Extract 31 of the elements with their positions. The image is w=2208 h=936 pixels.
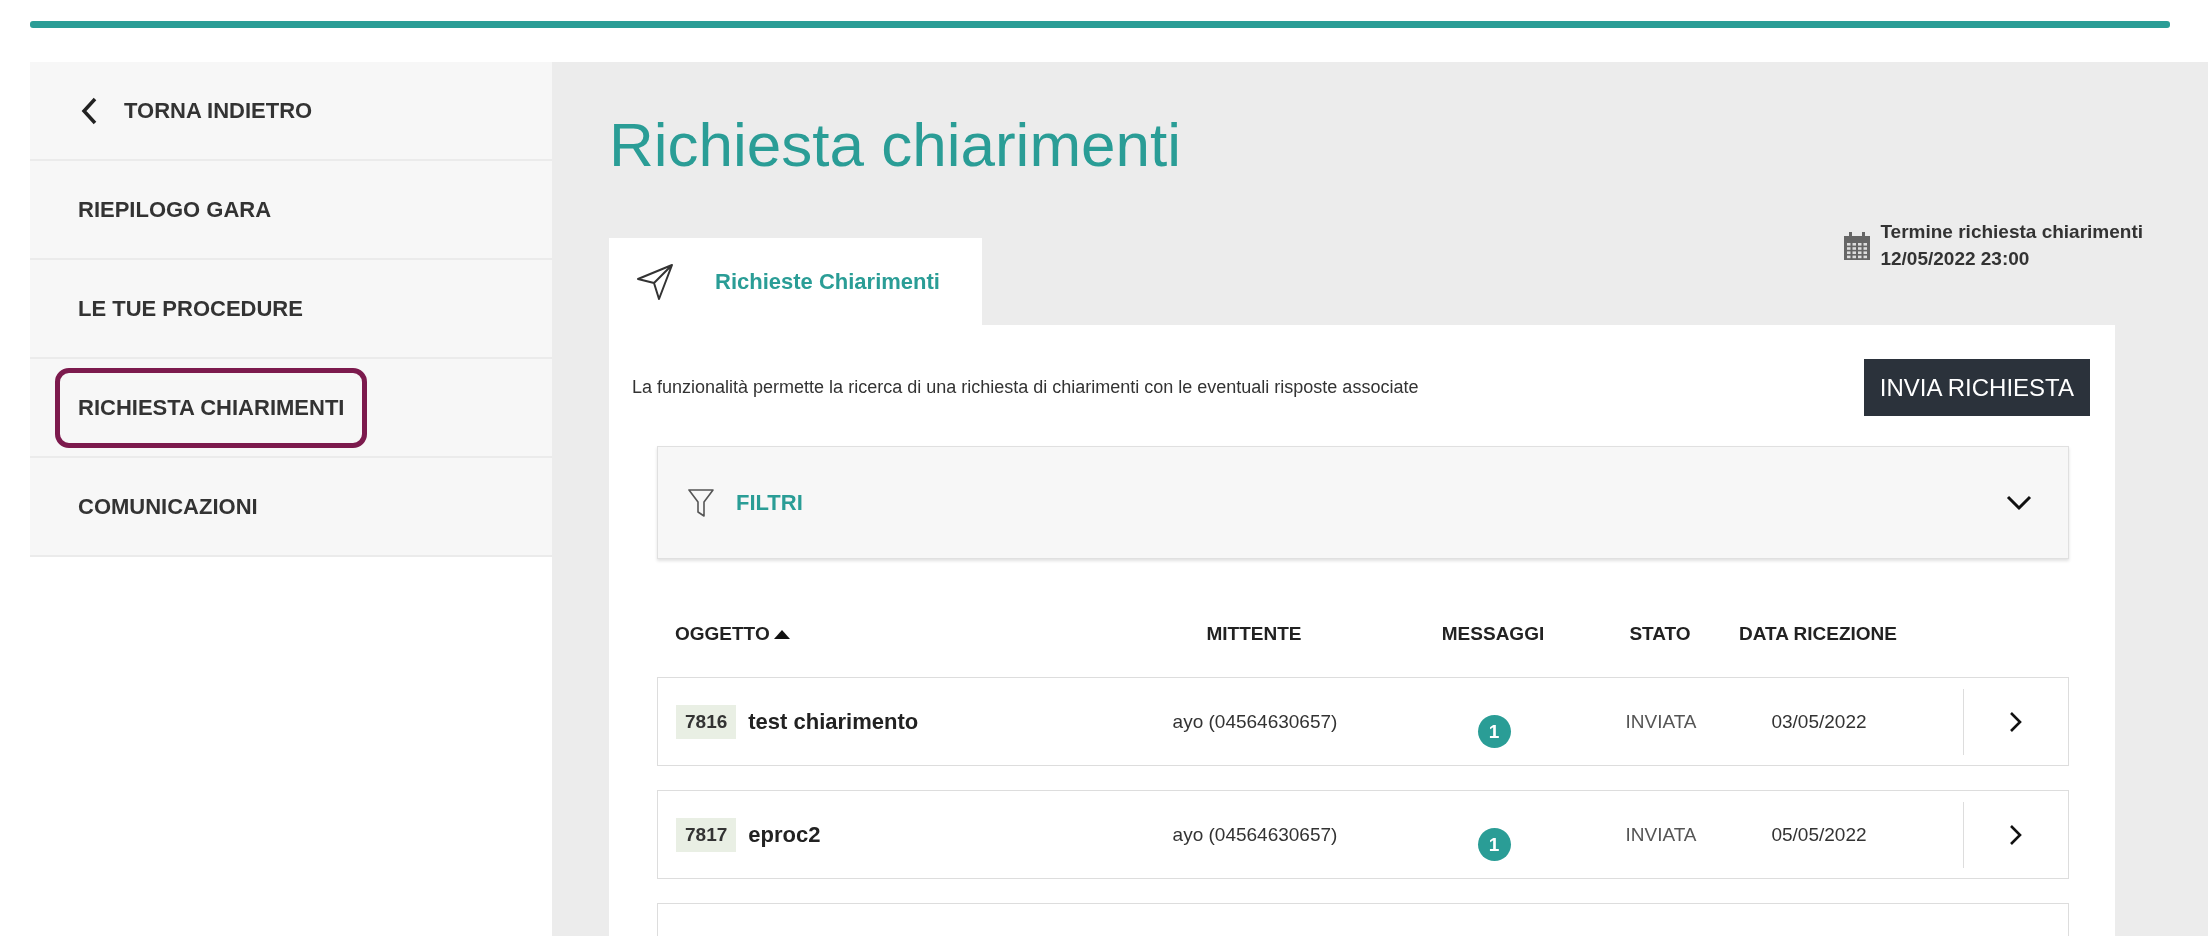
chevron-left-icon — [80, 96, 98, 125]
column-header[interactable]: MESSAGGI — [1441, 623, 1545, 646]
sort-up-icon — [773, 629, 790, 639]
description-text: La funzionalità permette la ricerca di una richiesta di chiarimenti con le eventuali risposte associate — [632, 377, 1419, 399]
table-row[interactable]: 7817 eproc2 ayo (04564630657) 1 INVIATA 05/05/2022 — [657, 790, 2069, 880]
column-header[interactable]: DATA RICEZIONE — [1739, 623, 1897, 646]
sender-text: ayo (04564630657) — [1172, 823, 1338, 846]
table-row[interactable]: 7816 test chiarimento ayo (04564630657) 1 INVIATA 03/05/2022 — [657, 677, 2069, 767]
deadline-value: 12/05/2022 23:00 — [1880, 247, 2031, 271]
paper-plane-icon — [635, 261, 675, 302]
date-text: 05/05/2022 — [1771, 823, 1867, 846]
send-request-button[interactable]: INVIA RICHIESTA — [1863, 359, 2090, 417]
column-header[interactable]: OGGETTO — [675, 623, 790, 646]
subject-text: test chiarimento — [748, 708, 919, 735]
message-count-badge: 1 — [1477, 715, 1511, 749]
message-count-badge: 1 — [1477, 828, 1511, 862]
date-text: 03/05/2022 — [1771, 710, 1867, 733]
sender-text: ayo (04564630657) — [1172, 710, 1338, 733]
status-text: INVIATA — [1625, 710, 1697, 733]
id-tag: 7817 — [676, 817, 737, 852]
column-header[interactable]: MITTENTE — [1206, 623, 1302, 646]
deadline-label: Termine richiesta chiarimenti — [1880, 220, 2143, 245]
chevron-right-icon[interactable] — [2009, 710, 2023, 733]
page-title: Richiesta chiarimenti — [609, 109, 1182, 181]
subject-text: eproc2 — [748, 821, 821, 848]
column-header[interactable]: STATO — [1629, 623, 1691, 646]
status-text: INVIATA — [1625, 823, 1697, 846]
funnel-icon — [688, 487, 714, 518]
id-tag: 7816 — [676, 704, 737, 739]
chevron-right-icon[interactable] — [2009, 823, 2023, 846]
calendar-icon — [1844, 232, 1871, 260]
